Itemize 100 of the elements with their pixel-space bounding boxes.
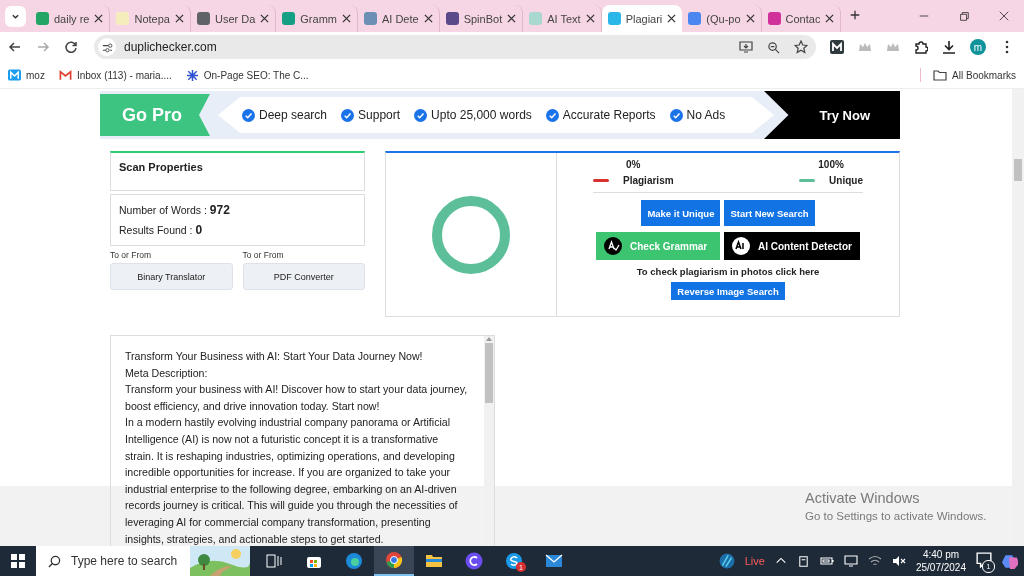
tool-button[interactable]: PDF Converter	[242, 263, 365, 290]
activation-title: Activate Windows	[805, 490, 921, 506]
copilot-icon[interactable]	[1002, 553, 1018, 569]
action-button[interactable]: Start New Search	[724, 200, 815, 226]
chrome-icon	[385, 551, 403, 569]
close-icon[interactable]	[423, 14, 433, 23]
bookmark[interactable]: Inbox (113) - maria....	[58, 69, 172, 81]
weather-label[interactable]: Live	[744, 555, 765, 567]
paragraph: Transform your business with AI! Discover how to start your data journey, boost efficiency, and drive innovation today. Start now!	[125, 382, 469, 414]
install-app-icon[interactable]	[739, 40, 753, 54]
check-icon	[669, 108, 683, 122]
scan-properties-title: Scan Properties	[110, 151, 365, 191]
display-icon[interactable]	[843, 554, 858, 568]
taskbar-button[interactable]	[374, 546, 414, 576]
address-bar[interactable]: duplichecker.com	[94, 35, 816, 59]
percent-value: 100%	[818, 159, 844, 170]
close-icon[interactable]	[745, 14, 755, 23]
scroll-thumb[interactable]	[485, 343, 493, 403]
check-icon	[414, 108, 428, 122]
tool-caption: To or From	[242, 250, 285, 260]
tab-title: AI Text	[547, 12, 581, 25]
profile-avatar[interactable]: m	[970, 39, 986, 55]
percent-value: 0%	[626, 159, 641, 170]
tab-title: User Da	[214, 12, 256, 25]
paragraph: Transform Your Business with AI: Start Your Data Journey Now!	[125, 349, 424, 364]
photo-hint: To check plagiarism in photos click here	[636, 266, 820, 277]
browser-icon[interactable]	[345, 552, 363, 570]
close-icon[interactable]	[260, 14, 270, 23]
action-button[interactable]: Make it Unique	[641, 200, 721, 226]
search-icon	[48, 554, 61, 568]
download-icon[interactable]	[942, 40, 956, 54]
notifications-icon[interactable]	[976, 552, 992, 568]
taskbar-search-field[interactable]: Type here to search	[36, 546, 250, 576]
reverse-image-search-button[interactable]: Reverse Image Search	[671, 282, 785, 300]
skype-icon[interactable]	[505, 552, 523, 570]
bookmark[interactable]: On-Page SEO: The C...	[185, 68, 309, 82]
device-icon[interactable]	[796, 554, 810, 568]
tool-button[interactable]: AI Content Detector	[724, 232, 860, 260]
wifi-icon[interactable]	[867, 554, 882, 568]
back-icon[interactable]	[8, 40, 22, 54]
paragraph: In a modern hastily evolving industrial company panorama or Artificial Intelligence (AI) is now not a futuristic concept it is a transformative strain. It is reshaping industries, optimizing operations, and developing incredible opportunities for increase. If you are organized to take your industrial enterprise to the following degree, embarking on an AI-driven records journey is critical. This will guide you through the necessities of leveraging AI for commercial company transformation, presenting insights, strategies, and actionable steps to get started.	[125, 415, 459, 546]
feature-label: Support	[358, 108, 401, 122]
check-icon	[545, 108, 559, 122]
site-settings-icon[interactable]	[98, 38, 116, 56]
tab-title: Notepa	[134, 12, 170, 25]
browser-tab[interactable]: Plagiari	[601, 5, 683, 32]
zoom-icon[interactable]	[767, 40, 780, 54]
close-icon[interactable]	[94, 14, 104, 23]
try-now-button[interactable]: Try Now	[764, 91, 900, 139]
legend-label: Plagiarism	[623, 175, 674, 186]
extension-icon[interactable]	[830, 40, 844, 54]
weather-icon[interactable]	[718, 553, 735, 569]
star-icon[interactable]	[794, 40, 808, 54]
folder-icon[interactable]	[425, 553, 443, 569]
tab-title: Gramm	[300, 12, 337, 25]
check-icon	[242, 108, 255, 122]
close-icon[interactable]	[341, 14, 351, 23]
task-view-icon[interactable]	[266, 554, 282, 568]
restore-icon[interactable]	[958, 10, 970, 22]
tab-title: AI Dete	[381, 12, 419, 25]
feature-label: No Ads	[686, 108, 726, 122]
all-bookmarks[interactable]: All Bookmarks	[920, 68, 1016, 82]
tab-search-button[interactable]	[5, 6, 26, 27]
legend-label: Unique	[829, 175, 863, 186]
feature-label: Upto 25,000 words	[431, 108, 532, 122]
caret-icon	[11, 12, 20, 21]
close-icon[interactable]	[174, 14, 184, 23]
results-count: Results Found : 0	[119, 223, 204, 237]
mail-icon[interactable]	[545, 554, 563, 568]
tab-title: (Qu-po	[706, 12, 741, 25]
tab-title: SpinBot	[463, 12, 503, 25]
close-icon[interactable]	[998, 10, 1010, 22]
grammar-icon	[604, 237, 622, 255]
ai-icon	[732, 237, 750, 255]
mail-icon	[58, 69, 72, 81]
tab-title: Plagiari	[625, 12, 663, 25]
c-logo-icon[interactable]	[465, 552, 483, 570]
tab-title: daily re	[54, 12, 90, 25]
windows-start-icon[interactable]	[11, 554, 25, 568]
speaker-muted-icon[interactable]	[891, 554, 906, 568]
close-icon[interactable]	[585, 14, 595, 23]
clock[interactable]: 4:40 pm 25/07/2024	[915, 548, 966, 574]
puzzle-icon[interactable]	[914, 40, 928, 54]
close-icon[interactable]	[667, 14, 677, 23]
feature-label: Accurate Reports	[562, 108, 656, 122]
scroll-thumb[interactable]	[1014, 159, 1022, 181]
activation-hint: Go to Settings to activate Windows.	[805, 510, 987, 522]
feature-label: Deep search	[259, 108, 328, 122]
close-icon[interactable]	[825, 14, 835, 23]
m-logo-icon	[8, 69, 21, 81]
check-icon	[341, 108, 355, 122]
reload-icon[interactable]	[64, 40, 78, 54]
bookmark[interactable]: moz	[8, 69, 45, 81]
tab-title: Contac	[785, 12, 821, 25]
new-tab-icon[interactable]	[849, 9, 862, 21]
close-icon[interactable]	[507, 14, 517, 23]
tool-button[interactable]: Binary Translator	[110, 263, 233, 290]
battery-icon[interactable]	[819, 554, 834, 568]
spark-icon	[185, 68, 199, 82]
folder-icon	[933, 68, 948, 82]
